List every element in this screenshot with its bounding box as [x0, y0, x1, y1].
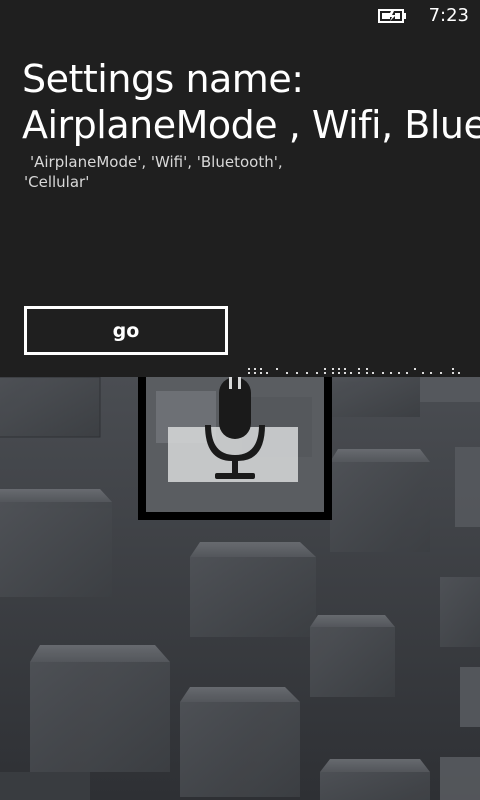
status-time: 7:23 [428, 5, 469, 26]
options-line-2: 'Cellular' [24, 173, 90, 191]
page-title: Settings name: AirplaneMode , Wifi, Blue [22, 56, 480, 148]
status-bar: 7:23 [0, 0, 480, 32]
settings-options-text: 'AirplaneMode', 'Wifi', 'Bluetooth', 'Ce… [24, 152, 344, 192]
listening-progress-indicator [248, 368, 460, 374]
settings-panel: 7:23 Settings name: AirplaneMode , Wifi,… [0, 0, 480, 377]
title-line-1: Settings name: [22, 57, 304, 101]
title-line-2: AirplaneMode , Wifi, Blue [22, 103, 480, 147]
phone-screen: 7:23 Settings name: AirplaneMode , Wifi,… [0, 0, 480, 800]
options-line-1: 'AirplaneMode', 'Wifi', 'Bluetooth', [30, 153, 283, 171]
battery-charging-icon [378, 9, 406, 23]
voice-input-tile[interactable] [138, 377, 332, 520]
go-button[interactable]: go [24, 306, 228, 355]
